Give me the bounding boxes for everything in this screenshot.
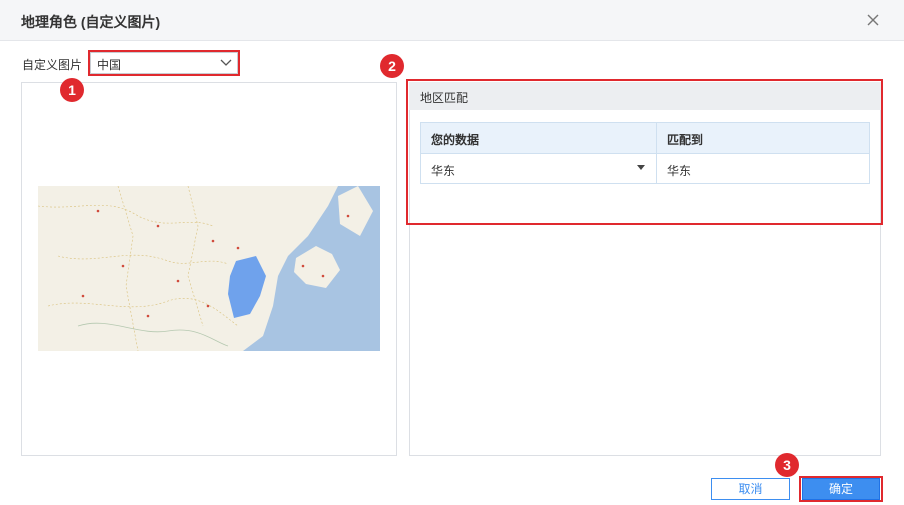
cancel-button[interactable]: 取消 bbox=[711, 478, 790, 500]
caret-down-icon[interactable] bbox=[637, 165, 645, 171]
dialog-header: 地理角色 (自定义图片) bbox=[0, 0, 904, 41]
annotation-badge-2: 2 bbox=[380, 54, 404, 78]
matched-to-value: 华东 bbox=[667, 164, 692, 178]
column-matched-to: 匹配到 bbox=[667, 133, 704, 147]
custom-image-label: 自定义图片 bbox=[22, 58, 83, 72]
annotation-badge-3: 3 bbox=[775, 453, 799, 477]
chevron-down-icon bbox=[220, 59, 232, 66]
region-match-title: 地区匹配 bbox=[420, 91, 469, 105]
custom-image-select-value: 中国 bbox=[97, 58, 122, 72]
dialog-title: 地理角色 (自定义图片) bbox=[21, 14, 161, 30]
column-divider bbox=[656, 123, 657, 183]
column-your-data: 您的数据 bbox=[431, 133, 480, 147]
map-image bbox=[38, 186, 380, 351]
your-data-value: 华东 bbox=[431, 164, 456, 178]
region-match-table: 您的数据 匹配到 华东 华东 bbox=[420, 122, 870, 184]
region-match-header: 地区匹配 bbox=[409, 82, 881, 110]
image-preview-panel bbox=[21, 82, 397, 456]
ok-button[interactable]: 确定 bbox=[802, 478, 880, 500]
close-icon[interactable] bbox=[864, 11, 882, 29]
custom-image-select[interactable]: 中国 bbox=[90, 52, 238, 74]
table-header-row: 您的数据 匹配到 bbox=[421, 123, 869, 154]
annotation-badge-1: 1 bbox=[60, 78, 84, 102]
